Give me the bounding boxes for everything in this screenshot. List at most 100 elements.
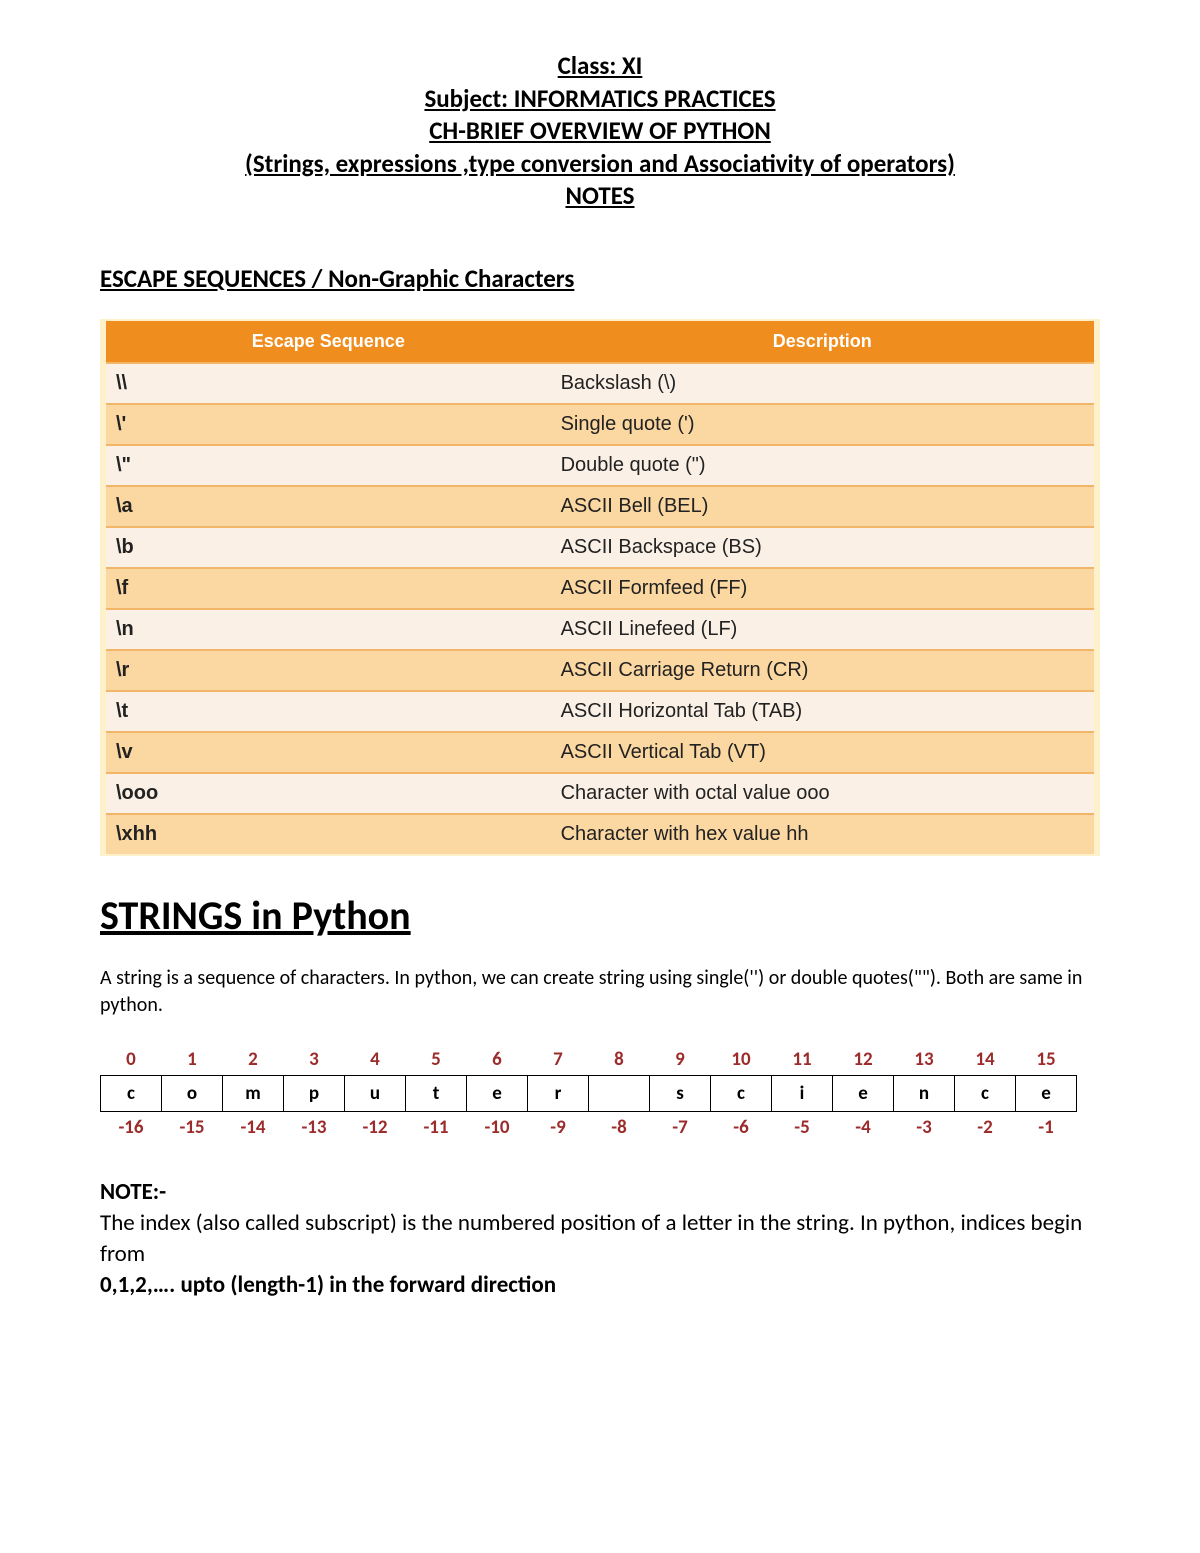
index-cell: 12 bbox=[833, 1044, 894, 1076]
cell-sequence: \b bbox=[106, 527, 551, 568]
table-row: \"Double quote (") bbox=[106, 445, 1094, 486]
cell-description: Single quote (') bbox=[551, 404, 1094, 445]
string-index-diagram: 0123456789101112131415 computer science … bbox=[100, 1044, 1077, 1143]
cell-description: ASCII Horizontal Tab (TAB) bbox=[551, 691, 1094, 732]
index-cell: 4 bbox=[345, 1044, 406, 1076]
index-cell: -14 bbox=[223, 1111, 284, 1143]
table-row: \oooCharacter with octal value ooo bbox=[106, 773, 1094, 814]
cell-description: ASCII Backspace (BS) bbox=[551, 527, 1094, 568]
cell-sequence: \f bbox=[106, 568, 551, 609]
index-cell: 7 bbox=[528, 1044, 589, 1076]
index-cell: -12 bbox=[345, 1111, 406, 1143]
document-header: Class: XI Subject: INFORMATICS PRACTICES… bbox=[100, 50, 1100, 213]
cell-sequence: \" bbox=[106, 445, 551, 486]
strings-paragraph: A string is a sequence of characters. In… bbox=[100, 965, 1100, 1019]
header-line-subject: Subject: INFORMATICS PRACTICES bbox=[100, 83, 1100, 116]
table-row: \tASCII Horizontal Tab (TAB) bbox=[106, 691, 1094, 732]
note-body: The index (also called subscript) is the… bbox=[100, 1208, 1100, 1270]
cell-sequence: \ooo bbox=[106, 773, 551, 814]
index-cell: -6 bbox=[711, 1111, 772, 1143]
table-row: \fASCII Formfeed (FF) bbox=[106, 568, 1094, 609]
index-cell: i bbox=[772, 1075, 833, 1111]
index-cell: -7 bbox=[650, 1111, 711, 1143]
index-cell: 8 bbox=[589, 1044, 650, 1076]
index-cell bbox=[589, 1075, 650, 1111]
index-cell: e bbox=[833, 1075, 894, 1111]
strings-heading: STRINGS in Python bbox=[100, 891, 1100, 940]
index-cell: 3 bbox=[284, 1044, 345, 1076]
index-cell: -13 bbox=[284, 1111, 345, 1143]
index-cell: 14 bbox=[955, 1044, 1016, 1076]
table-row: \\Backslash (\) bbox=[106, 363, 1094, 404]
table-row: \xhhCharacter with hex value hh bbox=[106, 814, 1094, 854]
index-cell: -4 bbox=[833, 1111, 894, 1143]
cell-description: Character with hex value hh bbox=[551, 814, 1094, 854]
note-title: NOTE:- bbox=[100, 1178, 1100, 1206]
cell-sequence: \xhh bbox=[106, 814, 551, 854]
index-cell: u bbox=[345, 1075, 406, 1111]
table-row: \vASCII Vertical Tab (VT) bbox=[106, 732, 1094, 773]
cell-description: Backslash (\) bbox=[551, 363, 1094, 404]
cell-sequence: \\ bbox=[106, 363, 551, 404]
index-cell: p bbox=[284, 1075, 345, 1111]
index-cell: e bbox=[1016, 1075, 1077, 1111]
cell-description: ASCII Vertical Tab (VT) bbox=[551, 732, 1094, 773]
index-cell: m bbox=[223, 1075, 284, 1111]
note-block: NOTE:- The index (also called subscript)… bbox=[100, 1178, 1100, 1301]
cell-description: Character with octal value ooo bbox=[551, 773, 1094, 814]
index-cell: -9 bbox=[528, 1111, 589, 1143]
index-cell: -11 bbox=[406, 1111, 467, 1143]
cell-sequence: \t bbox=[106, 691, 551, 732]
escape-sequence-table: Escape Sequence Description \\Backslash … bbox=[106, 321, 1094, 854]
index-cell: -2 bbox=[955, 1111, 1016, 1143]
index-cell: e bbox=[467, 1075, 528, 1111]
table-head-description: Description bbox=[551, 321, 1094, 363]
cell-description: ASCII Carriage Return (CR) bbox=[551, 650, 1094, 691]
cell-description: Double quote (") bbox=[551, 445, 1094, 486]
index-cell: r bbox=[528, 1075, 589, 1111]
index-cell: -5 bbox=[772, 1111, 833, 1143]
cell-sequence: \' bbox=[106, 404, 551, 445]
table-head-sequence: Escape Sequence bbox=[106, 321, 551, 363]
table-row: \rASCII Carriage Return (CR) bbox=[106, 650, 1094, 691]
cell-description: ASCII Formfeed (FF) bbox=[551, 568, 1094, 609]
index-cell: n bbox=[894, 1075, 955, 1111]
header-line-topics: (Strings, expressions ,type conversion a… bbox=[100, 148, 1100, 181]
index-cell: -3 bbox=[894, 1111, 955, 1143]
index-cell: 13 bbox=[894, 1044, 955, 1076]
index-cell: -16 bbox=[101, 1111, 162, 1143]
header-line-class: Class: XI bbox=[100, 50, 1100, 83]
cell-sequence: \v bbox=[106, 732, 551, 773]
index-cell: t bbox=[406, 1075, 467, 1111]
index-cell: s bbox=[650, 1075, 711, 1111]
index-cell: -15 bbox=[162, 1111, 223, 1143]
index-cell: c bbox=[955, 1075, 1016, 1111]
cell-sequence: \n bbox=[106, 609, 551, 650]
escape-table-wrap: Escape Sequence Description \\Backslash … bbox=[100, 319, 1100, 856]
table-row: \aASCII Bell (BEL) bbox=[106, 486, 1094, 527]
index-cell: 10 bbox=[711, 1044, 772, 1076]
index-cell: -1 bbox=[1016, 1111, 1077, 1143]
table-row: \'Single quote (') bbox=[106, 404, 1094, 445]
cell-sequence: \r bbox=[106, 650, 551, 691]
table-row: \nASCII Linefeed (LF) bbox=[106, 609, 1094, 650]
note-bold-line: 0,1,2,…. upto (length-1) in the forward … bbox=[100, 1270, 1100, 1301]
table-row: \bASCII Backspace (BS) bbox=[106, 527, 1094, 568]
index-cell: -8 bbox=[589, 1111, 650, 1143]
index-cell: 11 bbox=[772, 1044, 833, 1076]
index-cell: 6 bbox=[467, 1044, 528, 1076]
section-title-escape: ESCAPE SEQUENCES / Non-Graphic Character… bbox=[100, 263, 1100, 294]
cell-sequence: \a bbox=[106, 486, 551, 527]
index-cell: 1 bbox=[162, 1044, 223, 1076]
cell-description: ASCII Bell (BEL) bbox=[551, 486, 1094, 527]
index-cell: 0 bbox=[101, 1044, 162, 1076]
index-cell: 9 bbox=[650, 1044, 711, 1076]
index-cell: c bbox=[101, 1075, 162, 1111]
index-cell: 15 bbox=[1016, 1044, 1077, 1076]
header-line-notes: NOTES bbox=[100, 180, 1100, 213]
header-line-chapter: CH-BRIEF OVERVIEW OF PYTHON bbox=[100, 115, 1100, 148]
index-cell: c bbox=[711, 1075, 772, 1111]
index-cell: o bbox=[162, 1075, 223, 1111]
cell-description: ASCII Linefeed (LF) bbox=[551, 609, 1094, 650]
index-cell: 5 bbox=[406, 1044, 467, 1076]
